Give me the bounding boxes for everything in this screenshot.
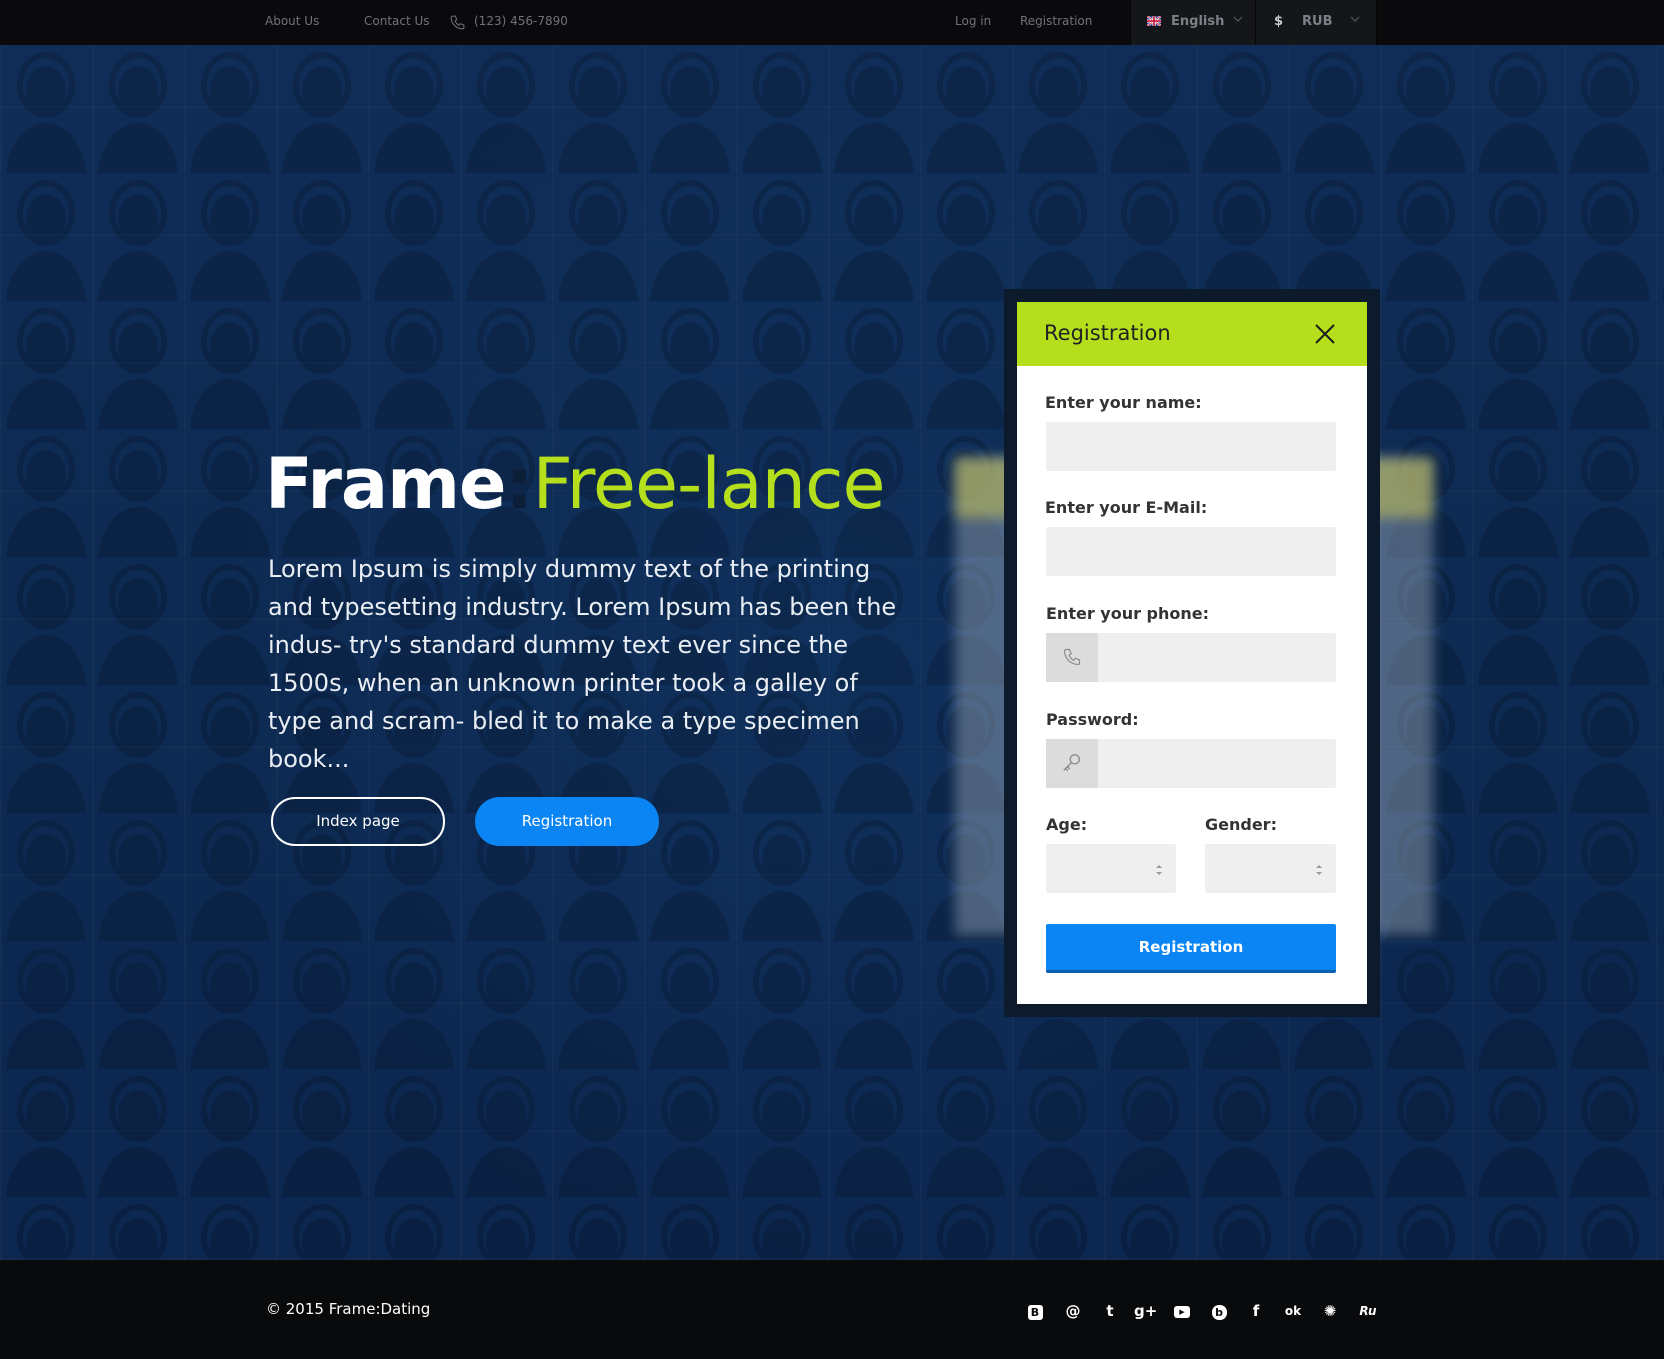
- hero-section: Frame:Free-lance Lorem Ipsum is simply d…: [0, 45, 1664, 1260]
- chevron-down-icon: [1350, 16, 1360, 22]
- index-page-button[interactable]: Index page: [271, 797, 445, 846]
- about-us-link[interactable]: About Us: [265, 14, 319, 28]
- password-input[interactable]: [1046, 739, 1336, 788]
- registration-link[interactable]: Registration: [1020, 14, 1092, 28]
- hero-title-frame: Frame: [265, 443, 507, 525]
- dollar-icon: $: [1274, 14, 1284, 29]
- vk-icon[interactable]: B: [1024, 1300, 1046, 1322]
- login-link[interactable]: Log in: [955, 14, 991, 28]
- google-plus-icon[interactable]: g+: [1134, 1300, 1157, 1322]
- youtube-icon[interactable]: ▶: [1171, 1300, 1193, 1322]
- name-input[interactable]: [1046, 422, 1336, 471]
- email-input[interactable]: [1046, 527, 1336, 576]
- ru-icon[interactable]: Ru: [1357, 1300, 1379, 1322]
- copyright: © 2015 Frame:Dating: [266, 1300, 431, 1318]
- gender-select[interactable]: [1205, 844, 1336, 893]
- phone-number: (123) 456-7890: [474, 14, 568, 28]
- email-icon[interactable]: @: [1062, 1300, 1084, 1322]
- email-label: Enter your E-Mail:: [1045, 498, 1208, 517]
- contact-us-link[interactable]: Contact Us: [364, 14, 430, 28]
- currency-dropdown[interactable]: $ RUB: [1255, 0, 1377, 45]
- phone-field-icon-box: [1046, 633, 1098, 682]
- phone-icon: [1063, 648, 1081, 666]
- modal-header: Registration: [1017, 302, 1367, 366]
- chevron-down-icon: [1233, 16, 1243, 22]
- currency-label: RUB: [1302, 14, 1333, 29]
- dribbble-icon[interactable]: ✺: [1319, 1300, 1341, 1322]
- hero-title-separator: :: [505, 443, 534, 525]
- hero-registration-button[interactable]: Registration: [475, 797, 659, 846]
- age-label: Age:: [1046, 815, 1088, 834]
- footer: © 2015 Frame:Dating B @ t g+ ▶ b f ok ✺ …: [0, 1260, 1664, 1359]
- select-arrows-icon: [1156, 865, 1162, 875]
- registration-submit-button[interactable]: Registration: [1046, 924, 1336, 973]
- phone-input[interactable]: [1046, 633, 1336, 682]
- odnoklassniki-icon[interactable]: ok: [1282, 1300, 1304, 1322]
- facebook-icon[interactable]: f: [1245, 1300, 1267, 1322]
- language-label: English: [1171, 14, 1225, 29]
- modal-title: Registration: [1044, 321, 1171, 345]
- hero-title: Frame:Free-lance: [265, 443, 886, 525]
- uk-flag-icon: [1147, 16, 1161, 26]
- password-label: Password:: [1046, 710, 1139, 729]
- registration-modal: Registration Enter your name: Enter your…: [1017, 302, 1367, 1004]
- gender-label: Gender:: [1205, 815, 1277, 834]
- top-bar: About Us Contact Us (123) 456-7890 Log i…: [0, 0, 1664, 45]
- password-field-icon-box: [1046, 739, 1098, 788]
- key-icon: [1063, 754, 1081, 772]
- close-icon[interactable]: [1314, 323, 1336, 345]
- hero-title-freelance: Free-lance: [532, 443, 886, 525]
- language-dropdown[interactable]: English: [1130, 0, 1256, 45]
- blogger-icon[interactable]: b: [1208, 1300, 1230, 1322]
- phone-icon: [450, 15, 465, 30]
- name-label: Enter your name:: [1045, 393, 1202, 412]
- phone-label: Enter your phone:: [1046, 604, 1210, 623]
- hero-description: Lorem Ipsum is simply dummy text of the …: [268, 555, 897, 773]
- select-arrows-icon: [1316, 865, 1322, 875]
- age-select[interactable]: [1046, 844, 1176, 893]
- twitter-icon[interactable]: t: [1099, 1300, 1121, 1322]
